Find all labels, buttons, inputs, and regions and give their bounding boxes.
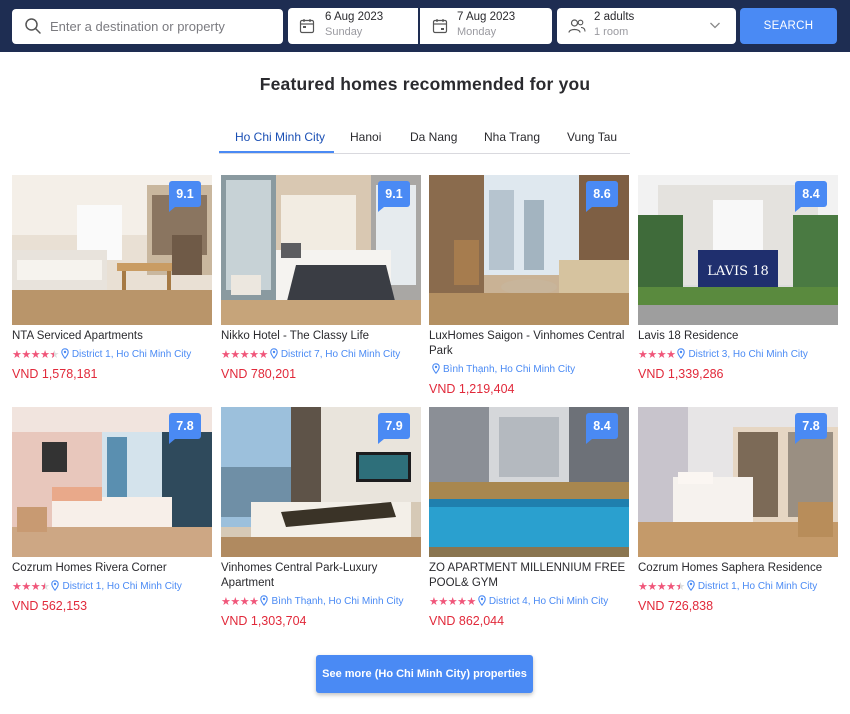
calendar-icon [432, 19, 448, 34]
listing-photo[interactable]: 9.1 [221, 175, 421, 325]
star-rating: ★★★★★ [429, 596, 476, 608]
checkin-date: 6 Aug 2023 [325, 11, 384, 23]
listing-name[interactable]: NTA Serviced Apartments [12, 329, 212, 344]
see-more-button[interactable]: See more (Ho Chi Minh City) properties [316, 655, 533, 693]
listing-card[interactable]: 7.8 Cozrum Homes Rivera Corner ★★★★★ Dis… [12, 407, 212, 613]
listing-photo[interactable]: 7.8 [12, 407, 212, 557]
listing-location[interactable]: District 1, Ho Chi Minh City [698, 581, 817, 592]
listing-price: VND 1,339,286 [638, 367, 724, 381]
listing-card[interactable]: LAVIS 18 8.4 Lavis 18 Residence ★★★★ Dis… [638, 175, 838, 381]
location-pin-icon [61, 347, 69, 362]
search-icon [25, 18, 41, 34]
star-rating: ★★★★★★ [638, 581, 685, 593]
location-pin-icon [478, 594, 486, 609]
star-rating: ★★★★ [221, 596, 259, 608]
checkin-field[interactable]: 6 Aug 2023 Sunday [288, 8, 418, 44]
listing-price: VND 1,578,181 [12, 367, 98, 381]
listing-name[interactable]: Cozrum Homes Rivera Corner [12, 561, 212, 576]
review-score-badge: 8.4 [586, 413, 618, 444]
chevron-down-icon [710, 22, 720, 29]
guests-count: 2 adults [594, 11, 635, 23]
tab-da-nang[interactable]: Da Nang [410, 130, 457, 144]
city-tabs: Ho Chi Minh City Hanoi Da Nang Nha Trang… [219, 122, 630, 154]
listing-card[interactable]: 7.8 Cozrum Homes Saphera Residence ★★★★★… [638, 407, 838, 613]
location-pin-icon [687, 579, 695, 594]
listing-price: VND 780,201 [221, 367, 297, 381]
listing-photo[interactable]: 8.6 [429, 175, 629, 325]
star-rating: ★★★★★★ [12, 349, 59, 361]
listing-location[interactable]: District 1, Ho Chi Minh City [62, 581, 181, 592]
location-pin-icon [270, 347, 278, 362]
listing-location[interactable]: Bình Thạnh, Ho Chi Minh City [271, 596, 403, 607]
listing-location[interactable]: Bình Thạnh, Ho Chi Minh City [443, 364, 575, 375]
listing-name[interactable]: ZO APARTMENT MILLENNIUM FREE POOL& GYM [429, 561, 629, 591]
checkout-day: Monday [457, 26, 497, 38]
review-score-badge: 8.4 [795, 181, 827, 212]
tab-nha-trang[interactable]: Nha Trang [484, 130, 540, 144]
listing-name[interactable]: Cozrum Homes Saphera Residence [638, 561, 838, 576]
listing-location[interactable]: District 3, Ho Chi Minh City [688, 349, 807, 360]
listing-photo[interactable]: 7.9 [221, 407, 421, 557]
listing-name[interactable]: Vinhomes Central Park-Luxury Apartment [221, 561, 421, 591]
tab-hanoi[interactable]: Hanoi [350, 130, 381, 144]
checkout-date: 7 Aug 2023 [457, 11, 516, 23]
destination-placeholder: Enter a destination or property [50, 19, 225, 34]
listing-card[interactable]: 8.4 ZO APARTMENT MILLENNIUM FREE POOL& G… [429, 407, 629, 628]
calendar-icon [299, 19, 315, 34]
review-score-badge: 9.1 [169, 181, 201, 212]
section-heading: Featured homes recommended for you [259, 74, 591, 94]
location-pin-icon [260, 594, 269, 609]
search-bar: Enter a destination or property 6 Aug 20… [0, 0, 850, 52]
review-score-badge: 7.8 [169, 413, 201, 444]
tab-vung-tau[interactable]: Vung Tau [567, 130, 617, 144]
listing-location[interactable]: District 7, Ho Chi Minh City [281, 349, 400, 360]
search-button[interactable]: SEARCH [740, 8, 837, 44]
people-icon [568, 19, 586, 33]
listing-photo[interactable]: 7.8 [638, 407, 838, 557]
listing-price: VND 1,219,404 [429, 382, 515, 396]
star-rating: ★★★★★ [12, 581, 50, 593]
review-score-badge: 7.9 [378, 413, 410, 444]
rooms-count: 1 room [594, 26, 629, 38]
listing-name[interactable]: Lavis 18 Residence [638, 329, 838, 344]
guests-field[interactable]: 2 adults 1 room [557, 8, 736, 44]
checkout-field[interactable]: 7 Aug 2023 Monday [420, 8, 552, 44]
listing-photo[interactable]: LAVIS 18 8.4 [638, 175, 838, 325]
checkin-day: Sunday [325, 26, 363, 38]
listing-location[interactable]: District 1, Ho Chi Minh City [72, 349, 191, 360]
listing-price: VND 1,303,704 [221, 614, 307, 628]
lavis-sign: LAVIS 18 [707, 264, 768, 279]
destination-field[interactable]: Enter a destination or property [12, 9, 283, 44]
listing-card[interactable]: 9.1 Nikko Hotel - The Classy Life ★★★★★ … [221, 175, 421, 381]
location-pin-icon [677, 347, 686, 362]
listing-photo[interactable]: 9.1 [12, 175, 212, 325]
listing-photo[interactable]: 8.4 [429, 407, 629, 557]
listing-card[interactable]: 8.6 LuxHomes Saigon - Vinhomes Central P… [429, 175, 629, 396]
star-rating: ★★★★★ [221, 349, 268, 361]
listing-card[interactable]: 7.9 Vinhomes Central Park-Luxury Apartme… [221, 407, 421, 628]
listing-name[interactable]: Nikko Hotel - The Classy Life [221, 329, 421, 344]
listing-location[interactable]: District 4, Ho Chi Minh City [489, 596, 608, 607]
star-rating: ★★★★ [638, 349, 676, 361]
tab-ho-chi-minh-city[interactable]: Ho Chi Minh City [235, 130, 325, 144]
review-score-badge: 7.8 [795, 413, 827, 444]
listing-price: VND 562,153 [12, 599, 88, 613]
listing-name[interactable]: LuxHomes Saigon - Vinhomes Central Park [429, 329, 629, 359]
review-score-badge: 8.6 [586, 181, 618, 212]
active-tab-indicator [219, 151, 334, 153]
listing-price: VND 862,044 [429, 614, 505, 628]
listing-price: VND 726,838 [638, 599, 714, 613]
listing-card[interactable]: 9.1 NTA Serviced Apartments ★★★★★★ Distr… [12, 175, 212, 381]
location-pin-icon [432, 362, 440, 377]
location-pin-icon [51, 579, 60, 594]
review-score-badge: 9.1 [378, 181, 410, 212]
